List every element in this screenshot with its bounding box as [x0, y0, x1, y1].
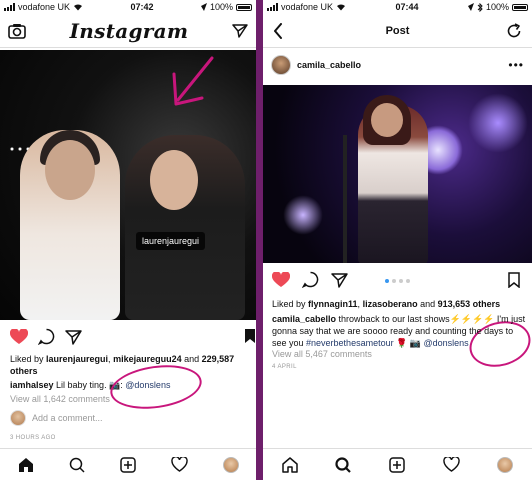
person-right-face [150, 150, 198, 210]
likes-prefix: Liked by [10, 354, 47, 364]
caption-username[interactable]: camila_cabello [272, 314, 336, 324]
likes-line: Liked by flynnagin11, lizasoberano and 9… [272, 298, 528, 310]
post-actions [272, 271, 348, 288]
battery-percent: 100% [209, 2, 233, 12]
post-date: 4 APRIL [272, 364, 297, 370]
likes-count[interactable]: 913,653 others [438, 299, 501, 309]
liker-1[interactable]: laurenjauregui [46, 354, 108, 364]
add-icon[interactable] [119, 456, 136, 473]
profile-avatar[interactable] [222, 456, 239, 473]
likes-prefix: Liked by [272, 299, 309, 309]
carrier-label: vodafone UK [281, 2, 334, 12]
comment-icon[interactable] [38, 328, 55, 345]
post-photo[interactable] [263, 85, 532, 263]
profile-avatar[interactable] [497, 456, 514, 473]
mic-stand [343, 135, 347, 263]
home-icon[interactable] [18, 457, 34, 473]
add-icon[interactable] [389, 456, 405, 473]
battery-percent: 100% [485, 2, 509, 12]
post-header: Post [263, 14, 532, 48]
bottom-tab-bar [263, 448, 532, 480]
signal-icon [4, 3, 15, 11]
author-avatar[interactable] [271, 55, 291, 75]
instagram-logo: Instagram [69, 18, 189, 43]
refresh-icon[interactable] [506, 22, 522, 39]
location-icon [200, 3, 207, 11]
liker-1[interactable]: flynnagin11 [308, 299, 358, 309]
liker-2[interactable]: mikejaureguu24 [113, 354, 182, 364]
view-comments-link[interactable]: View all 1,642 comments [10, 393, 110, 405]
stage-light [283, 195, 323, 235]
annotation-arrow-icon [172, 56, 214, 106]
activity-heart-icon[interactable] [170, 457, 188, 472]
post-caption: camila_cabello throwback to our last sho… [272, 313, 528, 349]
user-tag[interactable]: laurenjauregui [136, 232, 206, 250]
search-icon[interactable] [335, 456, 352, 473]
caption-handle[interactable]: @donslens [424, 338, 469, 348]
battery-group: 100% [467, 2, 528, 12]
likes-suffix[interactable]: others [10, 366, 38, 376]
status-bar: vodafone UK 07:42 100% [0, 0, 256, 14]
stage-light [468, 93, 528, 153]
back-chevron-icon[interactable] [273, 22, 283, 39]
performer-face [371, 103, 403, 137]
caption-username[interactable]: iamhalsey [10, 380, 54, 390]
person-left-face [45, 140, 95, 200]
wifi-icon [74, 4, 83, 11]
comment-icon[interactable] [302, 271, 319, 288]
carrier-label: vodafone UK [18, 2, 71, 12]
battery-icon [235, 3, 252, 11]
likes-and: and [181, 354, 202, 364]
bottom-tab-bar [0, 448, 256, 480]
heart-icon[interactable] [272, 271, 290, 288]
post-time: 3 HOURS AGO [10, 435, 56, 441]
caption-emoji: 🌹 📷 [393, 338, 424, 348]
bookmark-icon[interactable] [244, 328, 256, 344]
location-icon [467, 3, 474, 11]
author-username[interactable]: camila_cabello [297, 60, 361, 70]
battery-icon [511, 3, 528, 11]
caption-hashtag[interactable]: #neverbethesametour [306, 338, 394, 348]
battery-group: 100% [200, 2, 252, 12]
home-icon[interactable] [282, 456, 298, 473]
send-icon[interactable] [232, 23, 248, 39]
liker-2[interactable]: lizasoberano [363, 299, 418, 309]
bluetooth-icon [477, 2, 483, 12]
page-title: Post [385, 24, 410, 37]
likes-count[interactable]: 229,587 [202, 354, 235, 364]
view-comments-link[interactable]: View all 5,467 comments [272, 348, 372, 360]
clock: 07:44 [395, 2, 419, 12]
camera-icon[interactable] [8, 23, 26, 39]
share-icon[interactable] [331, 272, 348, 288]
clock: 07:42 [130, 2, 154, 12]
bookmark-icon[interactable] [508, 272, 520, 288]
search-icon[interactable] [69, 457, 85, 473]
avatar [10, 410, 26, 426]
add-comment-input[interactable]: Add a comment... [32, 413, 103, 423]
post-author-bar: camila_cabello ••• [271, 52, 524, 78]
add-comment-row[interactable]: Add a comment... [10, 410, 103, 426]
wifi-icon [337, 4, 346, 11]
heart-icon[interactable] [10, 328, 28, 345]
activity-heart-icon[interactable] [442, 457, 460, 472]
likes-and: and [417, 299, 438, 309]
status-bar: vodafone UK 07:44 100% [263, 0, 532, 14]
more-options-icon[interactable]: ••• [508, 58, 524, 72]
post-actions [10, 328, 82, 345]
carrier-group: vodafone UK [267, 2, 346, 12]
signal-icon [267, 3, 278, 11]
carrier-group: vodafone UK [4, 2, 83, 12]
left-phone-screen: vodafone UK 07:42 100% Instagram laurenj… [0, 0, 256, 480]
right-phone-screen: vodafone UK 07:44 100% Post camila_cabel… [263, 0, 532, 480]
author[interactable]: camila_cabello [271, 55, 361, 75]
feed-header: Instagram [0, 14, 256, 48]
share-icon[interactable] [65, 329, 82, 345]
